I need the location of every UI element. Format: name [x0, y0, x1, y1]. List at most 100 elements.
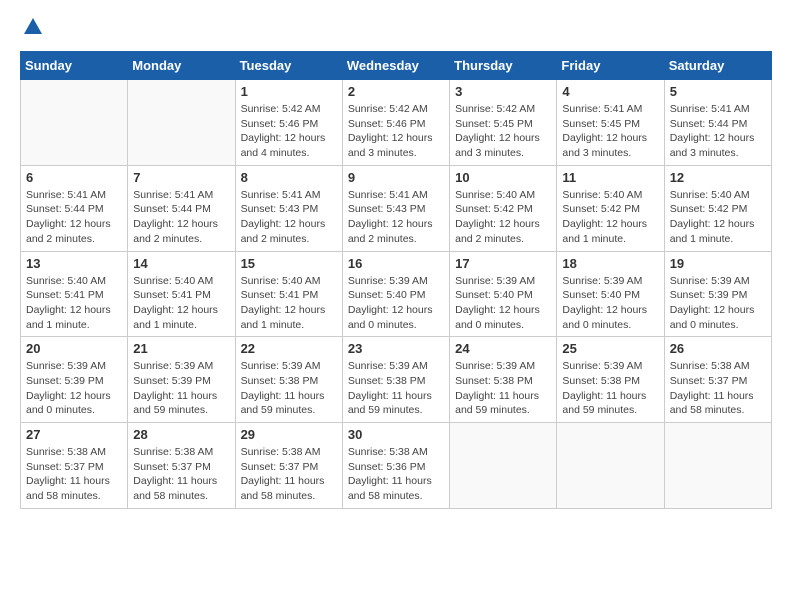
week-row-3: 13 Sunrise: 5:40 AM Sunset: 5:41 PM Dayli…	[21, 251, 772, 337]
day-info: Sunrise: 5:38 AM Sunset: 5:37 PM Dayligh…	[241, 445, 337, 504]
calendar-cell: 27 Sunrise: 5:38 AM Sunset: 5:37 PM Dayli…	[21, 423, 128, 509]
calendar-cell: 20 Sunrise: 5:39 AM Sunset: 5:39 PM Dayli…	[21, 337, 128, 423]
calendar-cell: 5 Sunrise: 5:41 AM Sunset: 5:44 PM Daylig…	[664, 80, 771, 166]
day-number: 7	[133, 170, 229, 185]
calendar-cell: 13 Sunrise: 5:40 AM Sunset: 5:41 PM Dayli…	[21, 251, 128, 337]
day-number: 27	[26, 427, 122, 442]
day-number: 26	[670, 341, 766, 356]
logo-icon	[22, 16, 44, 38]
day-info: Sunrise: 5:41 AM Sunset: 5:44 PM Dayligh…	[133, 188, 229, 247]
day-info: Sunrise: 5:39 AM Sunset: 5:38 PM Dayligh…	[241, 359, 337, 418]
calendar-cell: 14 Sunrise: 5:40 AM Sunset: 5:41 PM Dayli…	[128, 251, 235, 337]
day-number: 15	[241, 256, 337, 271]
day-info: Sunrise: 5:41 AM Sunset: 5:43 PM Dayligh…	[348, 188, 444, 247]
calendar-cell	[128, 80, 235, 166]
day-number: 29	[241, 427, 337, 442]
calendar-cell: 25 Sunrise: 5:39 AM Sunset: 5:38 PM Dayli…	[557, 337, 664, 423]
day-info: Sunrise: 5:39 AM Sunset: 5:39 PM Dayligh…	[133, 359, 229, 418]
calendar-cell: 6 Sunrise: 5:41 AM Sunset: 5:44 PM Daylig…	[21, 165, 128, 251]
calendar-cell	[21, 80, 128, 166]
day-number: 1	[241, 84, 337, 99]
day-info: Sunrise: 5:41 AM Sunset: 5:44 PM Dayligh…	[670, 102, 766, 161]
day-info: Sunrise: 5:38 AM Sunset: 5:36 PM Dayligh…	[348, 445, 444, 504]
calendar-cell: 26 Sunrise: 5:38 AM Sunset: 5:37 PM Dayli…	[664, 337, 771, 423]
day-info: Sunrise: 5:39 AM Sunset: 5:40 PM Dayligh…	[562, 274, 658, 333]
day-number: 6	[26, 170, 122, 185]
day-info: Sunrise: 5:40 AM Sunset: 5:41 PM Dayligh…	[26, 274, 122, 333]
day-info: Sunrise: 5:40 AM Sunset: 5:41 PM Dayligh…	[241, 274, 337, 333]
calendar-cell: 3 Sunrise: 5:42 AM Sunset: 5:45 PM Daylig…	[450, 80, 557, 166]
page-header	[20, 20, 772, 43]
calendar-cell: 23Sunrise: 5:39 AM Sunset: 5:38 PM Dayli…	[342, 337, 449, 423]
calendar-cell: 15 Sunrise: 5:40 AM Sunset: 5:41 PM Dayli…	[235, 251, 342, 337]
header-friday: Friday	[557, 52, 664, 80]
day-number: 8	[241, 170, 337, 185]
day-info: Sunrise: 5:38 AM Sunset: 5:37 PM Dayligh…	[133, 445, 229, 504]
week-row-4: 20 Sunrise: 5:39 AM Sunset: 5:39 PM Dayli…	[21, 337, 772, 423]
calendar-table: Sunday Monday Tuesday Wednesday Thursday…	[20, 51, 772, 509]
day-number: 16	[348, 256, 444, 271]
day-info: Sunrise: 5:40 AM Sunset: 5:42 PM Dayligh…	[670, 188, 766, 247]
day-number: 23	[348, 341, 444, 356]
day-number: 10	[455, 170, 551, 185]
day-info: Sunrise: 5:39 AM Sunset: 5:39 PM Dayligh…	[26, 359, 122, 418]
calendar-cell: 18 Sunrise: 5:39 AM Sunset: 5:40 PM Dayli…	[557, 251, 664, 337]
calendar-cell: 1 Sunrise: 5:42 AM Sunset: 5:46 PM Daylig…	[235, 80, 342, 166]
day-number: 22	[241, 341, 337, 356]
calendar-header-row: Sunday Monday Tuesday Wednesday Thursday…	[21, 52, 772, 80]
calendar-cell: 24Sunrise: 5:39 AM Sunset: 5:38 PM Dayli…	[450, 337, 557, 423]
day-info: Sunrise: 5:38 AM Sunset: 5:37 PM Dayligh…	[670, 359, 766, 418]
day-number: 13	[26, 256, 122, 271]
calendar-cell: 2Sunrise: 5:42 AM Sunset: 5:46 PM Daylig…	[342, 80, 449, 166]
day-info: Sunrise: 5:40 AM Sunset: 5:41 PM Dayligh…	[133, 274, 229, 333]
day-number: 30	[348, 427, 444, 442]
header-wednesday: Wednesday	[342, 52, 449, 80]
calendar-cell: 29 Sunrise: 5:38 AM Sunset: 5:37 PM Dayli…	[235, 423, 342, 509]
day-number: 3	[455, 84, 551, 99]
day-number: 18	[562, 256, 658, 271]
day-info: Sunrise: 5:41 AM Sunset: 5:45 PM Dayligh…	[562, 102, 658, 161]
day-number: 28	[133, 427, 229, 442]
day-info: Sunrise: 5:39 AM Sunset: 5:40 PM Dayligh…	[455, 274, 551, 333]
day-number: 20	[26, 341, 122, 356]
day-info: Sunrise: 5:38 AM Sunset: 5:37 PM Dayligh…	[26, 445, 122, 504]
day-number: 25	[562, 341, 658, 356]
calendar-cell: 30 Sunrise: 5:38 AM Sunset: 5:36 PM Dayli…	[342, 423, 449, 509]
week-row-1: 1 Sunrise: 5:42 AM Sunset: 5:46 PM Daylig…	[21, 80, 772, 166]
calendar-cell: 16 Sunrise: 5:39 AM Sunset: 5:40 PM Dayli…	[342, 251, 449, 337]
calendar-cell: 19Sunrise: 5:39 AM Sunset: 5:39 PM Dayli…	[664, 251, 771, 337]
day-info: Sunrise: 5:39 AM Sunset: 5:38 PM Dayligh…	[455, 359, 551, 418]
day-number: 21	[133, 341, 229, 356]
calendar-cell	[450, 423, 557, 509]
calendar-cell	[664, 423, 771, 509]
day-info: Sunrise: 5:41 AM Sunset: 5:43 PM Dayligh…	[241, 188, 337, 247]
header-saturday: Saturday	[664, 52, 771, 80]
calendar-cell: 7 Sunrise: 5:41 AM Sunset: 5:44 PM Daylig…	[128, 165, 235, 251]
day-info: Sunrise: 5:42 AM Sunset: 5:45 PM Dayligh…	[455, 102, 551, 161]
day-info: Sunrise: 5:40 AM Sunset: 5:42 PM Dayligh…	[562, 188, 658, 247]
header-tuesday: Tuesday	[235, 52, 342, 80]
day-number: 9	[348, 170, 444, 185]
calendar-cell	[557, 423, 664, 509]
calendar-cell: 17 Sunrise: 5:39 AM Sunset: 5:40 PM Dayli…	[450, 251, 557, 337]
header-sunday: Sunday	[21, 52, 128, 80]
calendar-cell: 4 Sunrise: 5:41 AM Sunset: 5:45 PM Daylig…	[557, 80, 664, 166]
day-number: 12	[670, 170, 766, 185]
day-number: 5	[670, 84, 766, 99]
day-info: Sunrise: 5:40 AM Sunset: 5:42 PM Dayligh…	[455, 188, 551, 247]
calendar-cell: 9 Sunrise: 5:41 AM Sunset: 5:43 PM Daylig…	[342, 165, 449, 251]
calendar-cell: 21 Sunrise: 5:39 AM Sunset: 5:39 PM Dayli…	[128, 337, 235, 423]
calendar-cell: 11Sunrise: 5:40 AM Sunset: 5:42 PM Dayli…	[557, 165, 664, 251]
day-info: Sunrise: 5:39 AM Sunset: 5:38 PM Dayligh…	[562, 359, 658, 418]
day-info: Sunrise: 5:42 AM Sunset: 5:46 PM Dayligh…	[241, 102, 337, 161]
day-number: 2	[348, 84, 444, 99]
day-number: 14	[133, 256, 229, 271]
day-number: 4	[562, 84, 658, 99]
calendar-cell: 8 Sunrise: 5:41 AM Sunset: 5:43 PM Daylig…	[235, 165, 342, 251]
calendar-cell: 12 Sunrise: 5:40 AM Sunset: 5:42 PM Dayli…	[664, 165, 771, 251]
day-info: Sunrise: 5:41 AM Sunset: 5:44 PM Dayligh…	[26, 188, 122, 247]
header-thursday: Thursday	[450, 52, 557, 80]
day-info: Sunrise: 5:39 AM Sunset: 5:40 PM Dayligh…	[348, 274, 444, 333]
day-number: 17	[455, 256, 551, 271]
day-info: Sunrise: 5:39 AM Sunset: 5:39 PM Dayligh…	[670, 274, 766, 333]
